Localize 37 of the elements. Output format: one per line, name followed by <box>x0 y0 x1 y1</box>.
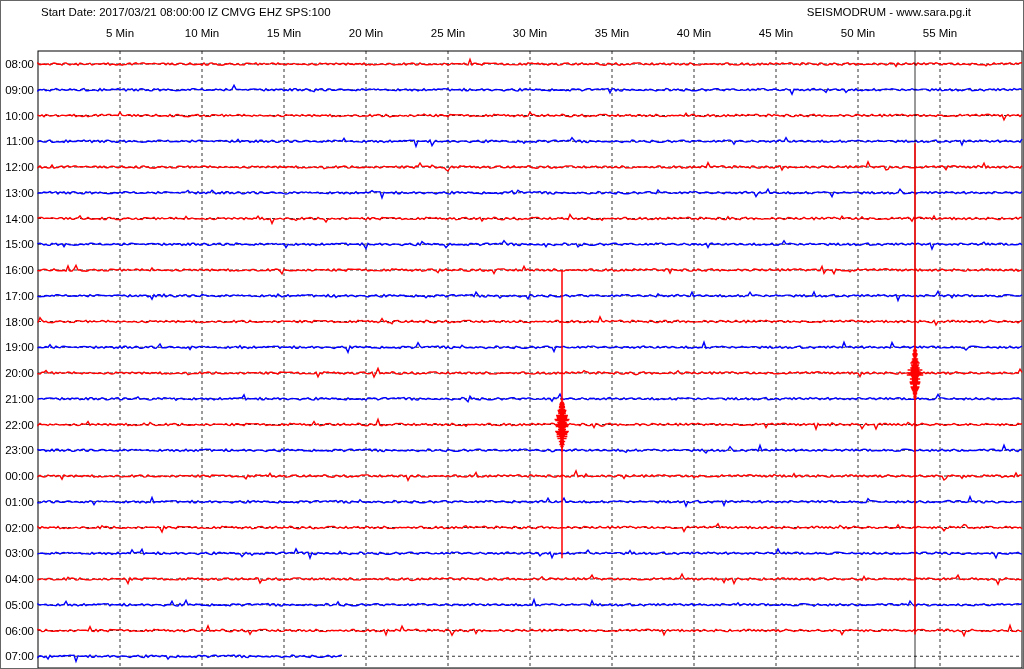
hour-label: 00:00 <box>5 470 34 482</box>
hour-label: 02:00 <box>5 521 34 534</box>
source-label: SEISMODRUM - www.sara.pg.it <box>806 6 971 18</box>
minute-label: 55 Min <box>922 27 958 39</box>
hour-label: 08:00 <box>5 58 34 70</box>
start-date-label: Start Date: 2017/03/21 08:00:00 IZ CMVG EHZ SPS:100 <box>41 6 331 18</box>
hour-label: 18:00 <box>5 315 34 328</box>
minute-label: 20 Min <box>348 27 384 39</box>
hour-label: 22:00 <box>5 418 34 431</box>
hour-label: 13:00 <box>5 186 34 199</box>
minute-label: 45 Min <box>758 27 794 39</box>
minute-label: 40 Min <box>676 27 712 39</box>
hour-label: 19:00 <box>5 341 34 354</box>
hour-label: 23:00 <box>5 444 34 457</box>
hour-label: 09:00 <box>5 83 34 96</box>
hour-label: 21:00 <box>5 392 34 405</box>
hour-label: 20:00 <box>5 367 34 379</box>
minute-label: 15 Min <box>266 27 302 39</box>
hour-label: 12:00 <box>5 161 34 173</box>
hour-label: 16:00 <box>5 264 34 276</box>
hour-label: 06:00 <box>5 624 34 637</box>
hour-label: 04:00 <box>5 573 34 585</box>
minute-label: 25 Min <box>430 27 466 39</box>
minute-label: 5 Min <box>105 27 135 39</box>
minute-label: 10 Min <box>184 27 220 39</box>
minute-label: 35 Min <box>594 27 630 39</box>
hour-label: 15:00 <box>5 238 34 251</box>
hour-label: 17:00 <box>5 289 34 302</box>
hour-label: 10:00 <box>5 109 34 122</box>
hour-label: 01:00 <box>5 495 34 508</box>
hour-label: 11:00 <box>6 135 34 148</box>
hour-label: 05:00 <box>5 598 34 611</box>
hour-label: 14:00 <box>5 212 34 225</box>
hour-label: 07:00 <box>5 650 34 663</box>
hour-label: 03:00 <box>5 547 34 560</box>
minute-label: 50 Min <box>840 27 876 39</box>
minute-label: 30 Min <box>512 27 548 39</box>
